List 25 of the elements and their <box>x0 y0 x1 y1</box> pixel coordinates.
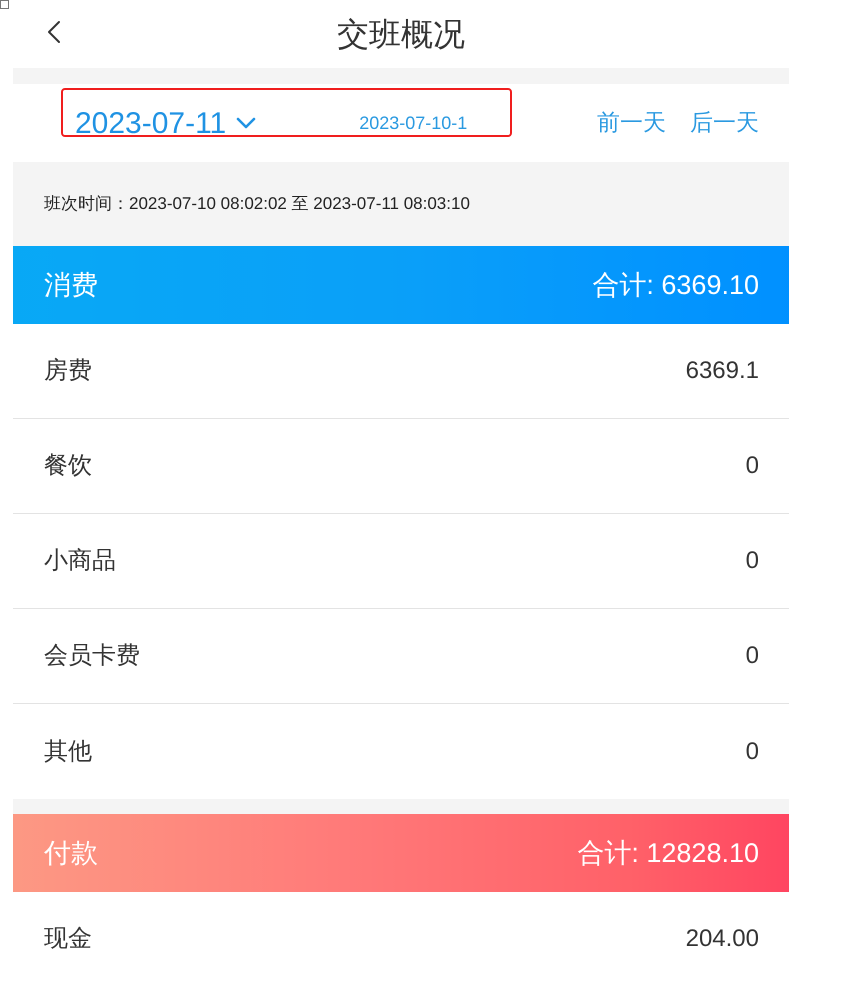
row-label: 小商品 <box>44 546 116 576</box>
row-label: 现金 <box>44 924 92 954</box>
row-value: 0 <box>746 736 759 766</box>
row-value: 204.00 <box>686 924 759 954</box>
row-label: 房费 <box>44 356 92 386</box>
date-picker-button[interactable]: 2023-07-11 <box>75 106 256 140</box>
section-total: 合计: 6369.10 <box>592 268 759 302</box>
back-icon[interactable] <box>47 20 61 44</box>
row-label: 餐饮 <box>44 451 92 481</box>
section-title: 消费 <box>44 268 98 302</box>
page-title: 交班概况 <box>337 18 465 50</box>
square-outline-icon <box>0 0 9 9</box>
row-label: 其他 <box>44 736 92 766</box>
row-label: 会员卡费 <box>44 641 140 671</box>
section-total: 合计: 12828.10 <box>577 836 759 870</box>
shift-number: 2023-07-10-1 <box>359 112 468 134</box>
row-value: 0 <box>746 546 759 576</box>
row-value: 0 <box>746 641 759 671</box>
previous-day-button[interactable]: 前一天 <box>597 109 666 137</box>
section-title: 付款 <box>44 836 98 870</box>
row-value: 0 <box>746 451 759 481</box>
shift-time-text: 班次时间：2023-07-10 08:02:02 至 2023-07-11 08:03:10 <box>44 193 470 216</box>
chevron-down-icon <box>236 117 256 129</box>
row-value: 6369.1 <box>686 356 759 386</box>
next-day-button[interactable]: 后一天 <box>690 109 759 137</box>
